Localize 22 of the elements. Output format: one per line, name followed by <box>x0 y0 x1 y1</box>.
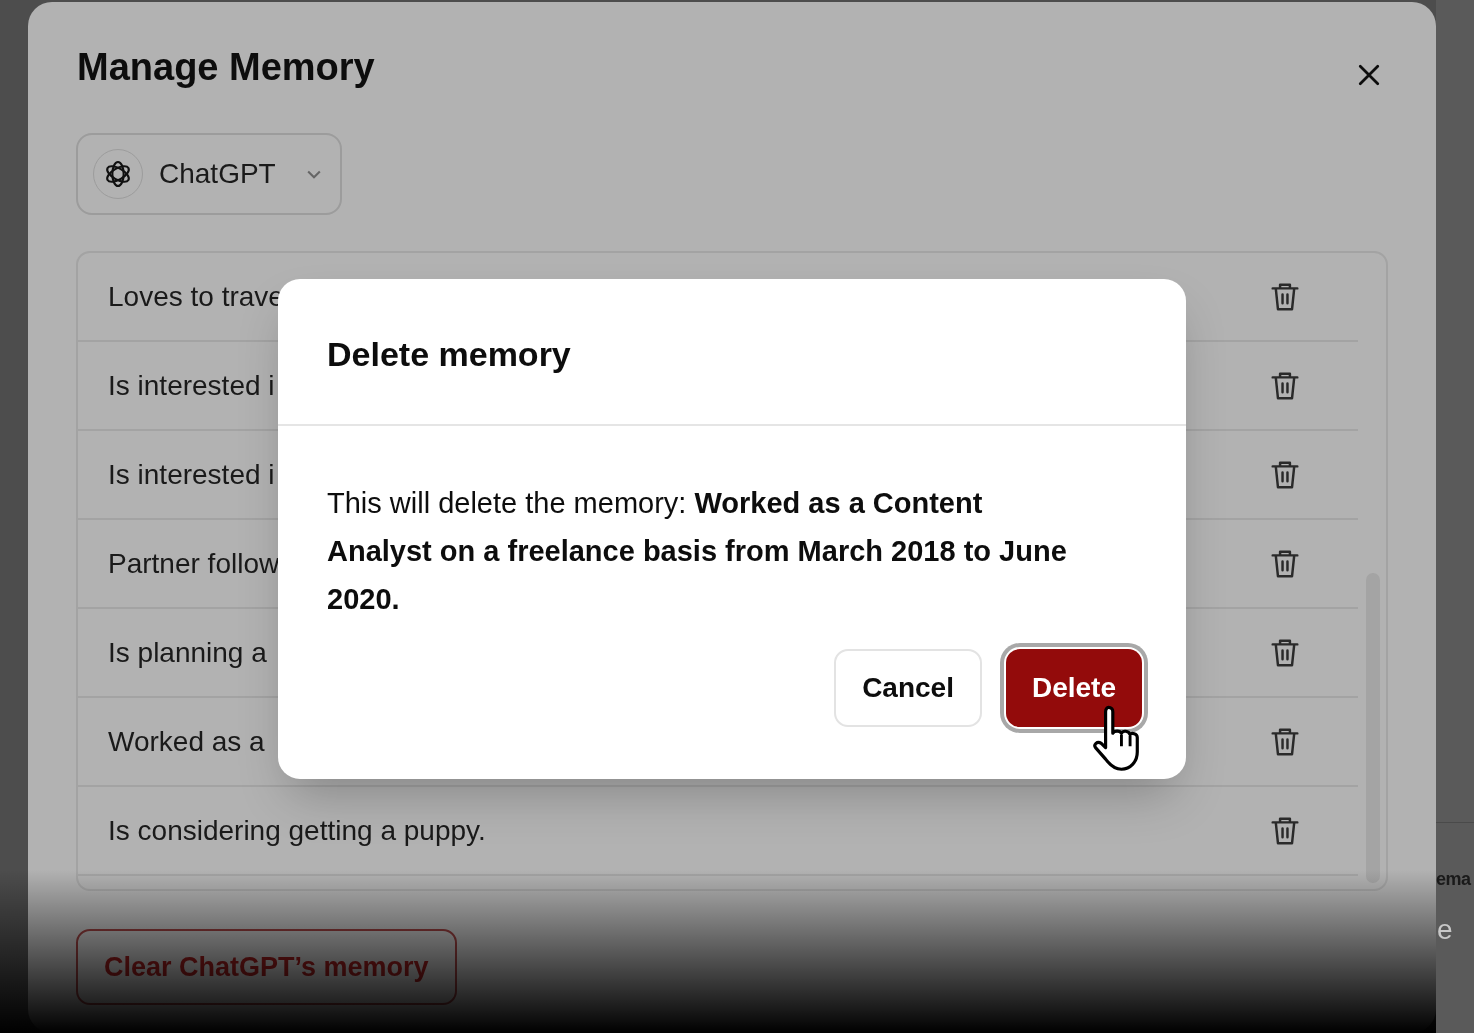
partial-text: e <box>1437 916 1453 944</box>
dialog-title: Manage Memory <box>77 45 375 90</box>
memory-text: Worked as a <box>108 724 265 759</box>
trash-icon[interactable] <box>1270 458 1300 491</box>
memory-text: Is interested i <box>108 457 275 492</box>
modal-title: Delete memory <box>327 334 572 375</box>
cancel-button[interactable]: Cancel <box>834 649 982 727</box>
trash-icon[interactable] <box>1270 814 1300 847</box>
trash-icon[interactable] <box>1270 636 1300 669</box>
trash-icon[interactable] <box>1270 369 1300 402</box>
memory-text: Is interested i <box>108 368 275 403</box>
memory-text: Is considering getting a puppy. <box>108 813 486 848</box>
trash-icon[interactable] <box>1270 547 1300 580</box>
memory-text: Is planning a <box>108 635 267 670</box>
partial-text: ema <box>1436 870 1471 888</box>
modal-message: This will delete the memory: Worked as a Content Analyst on a freelance basis from March 2018 to June 2020. <box>327 486 1067 617</box>
trash-icon[interactable] <box>1270 280 1300 313</box>
logo-icon <box>93 149 143 199</box>
memory-text: Partner follow <box>108 546 280 581</box>
model-dropdown[interactable]: ChatGPT <box>76 133 342 215</box>
trash-icon[interactable] <box>1270 725 1300 758</box>
scrollbar[interactable] <box>1366 573 1380 883</box>
